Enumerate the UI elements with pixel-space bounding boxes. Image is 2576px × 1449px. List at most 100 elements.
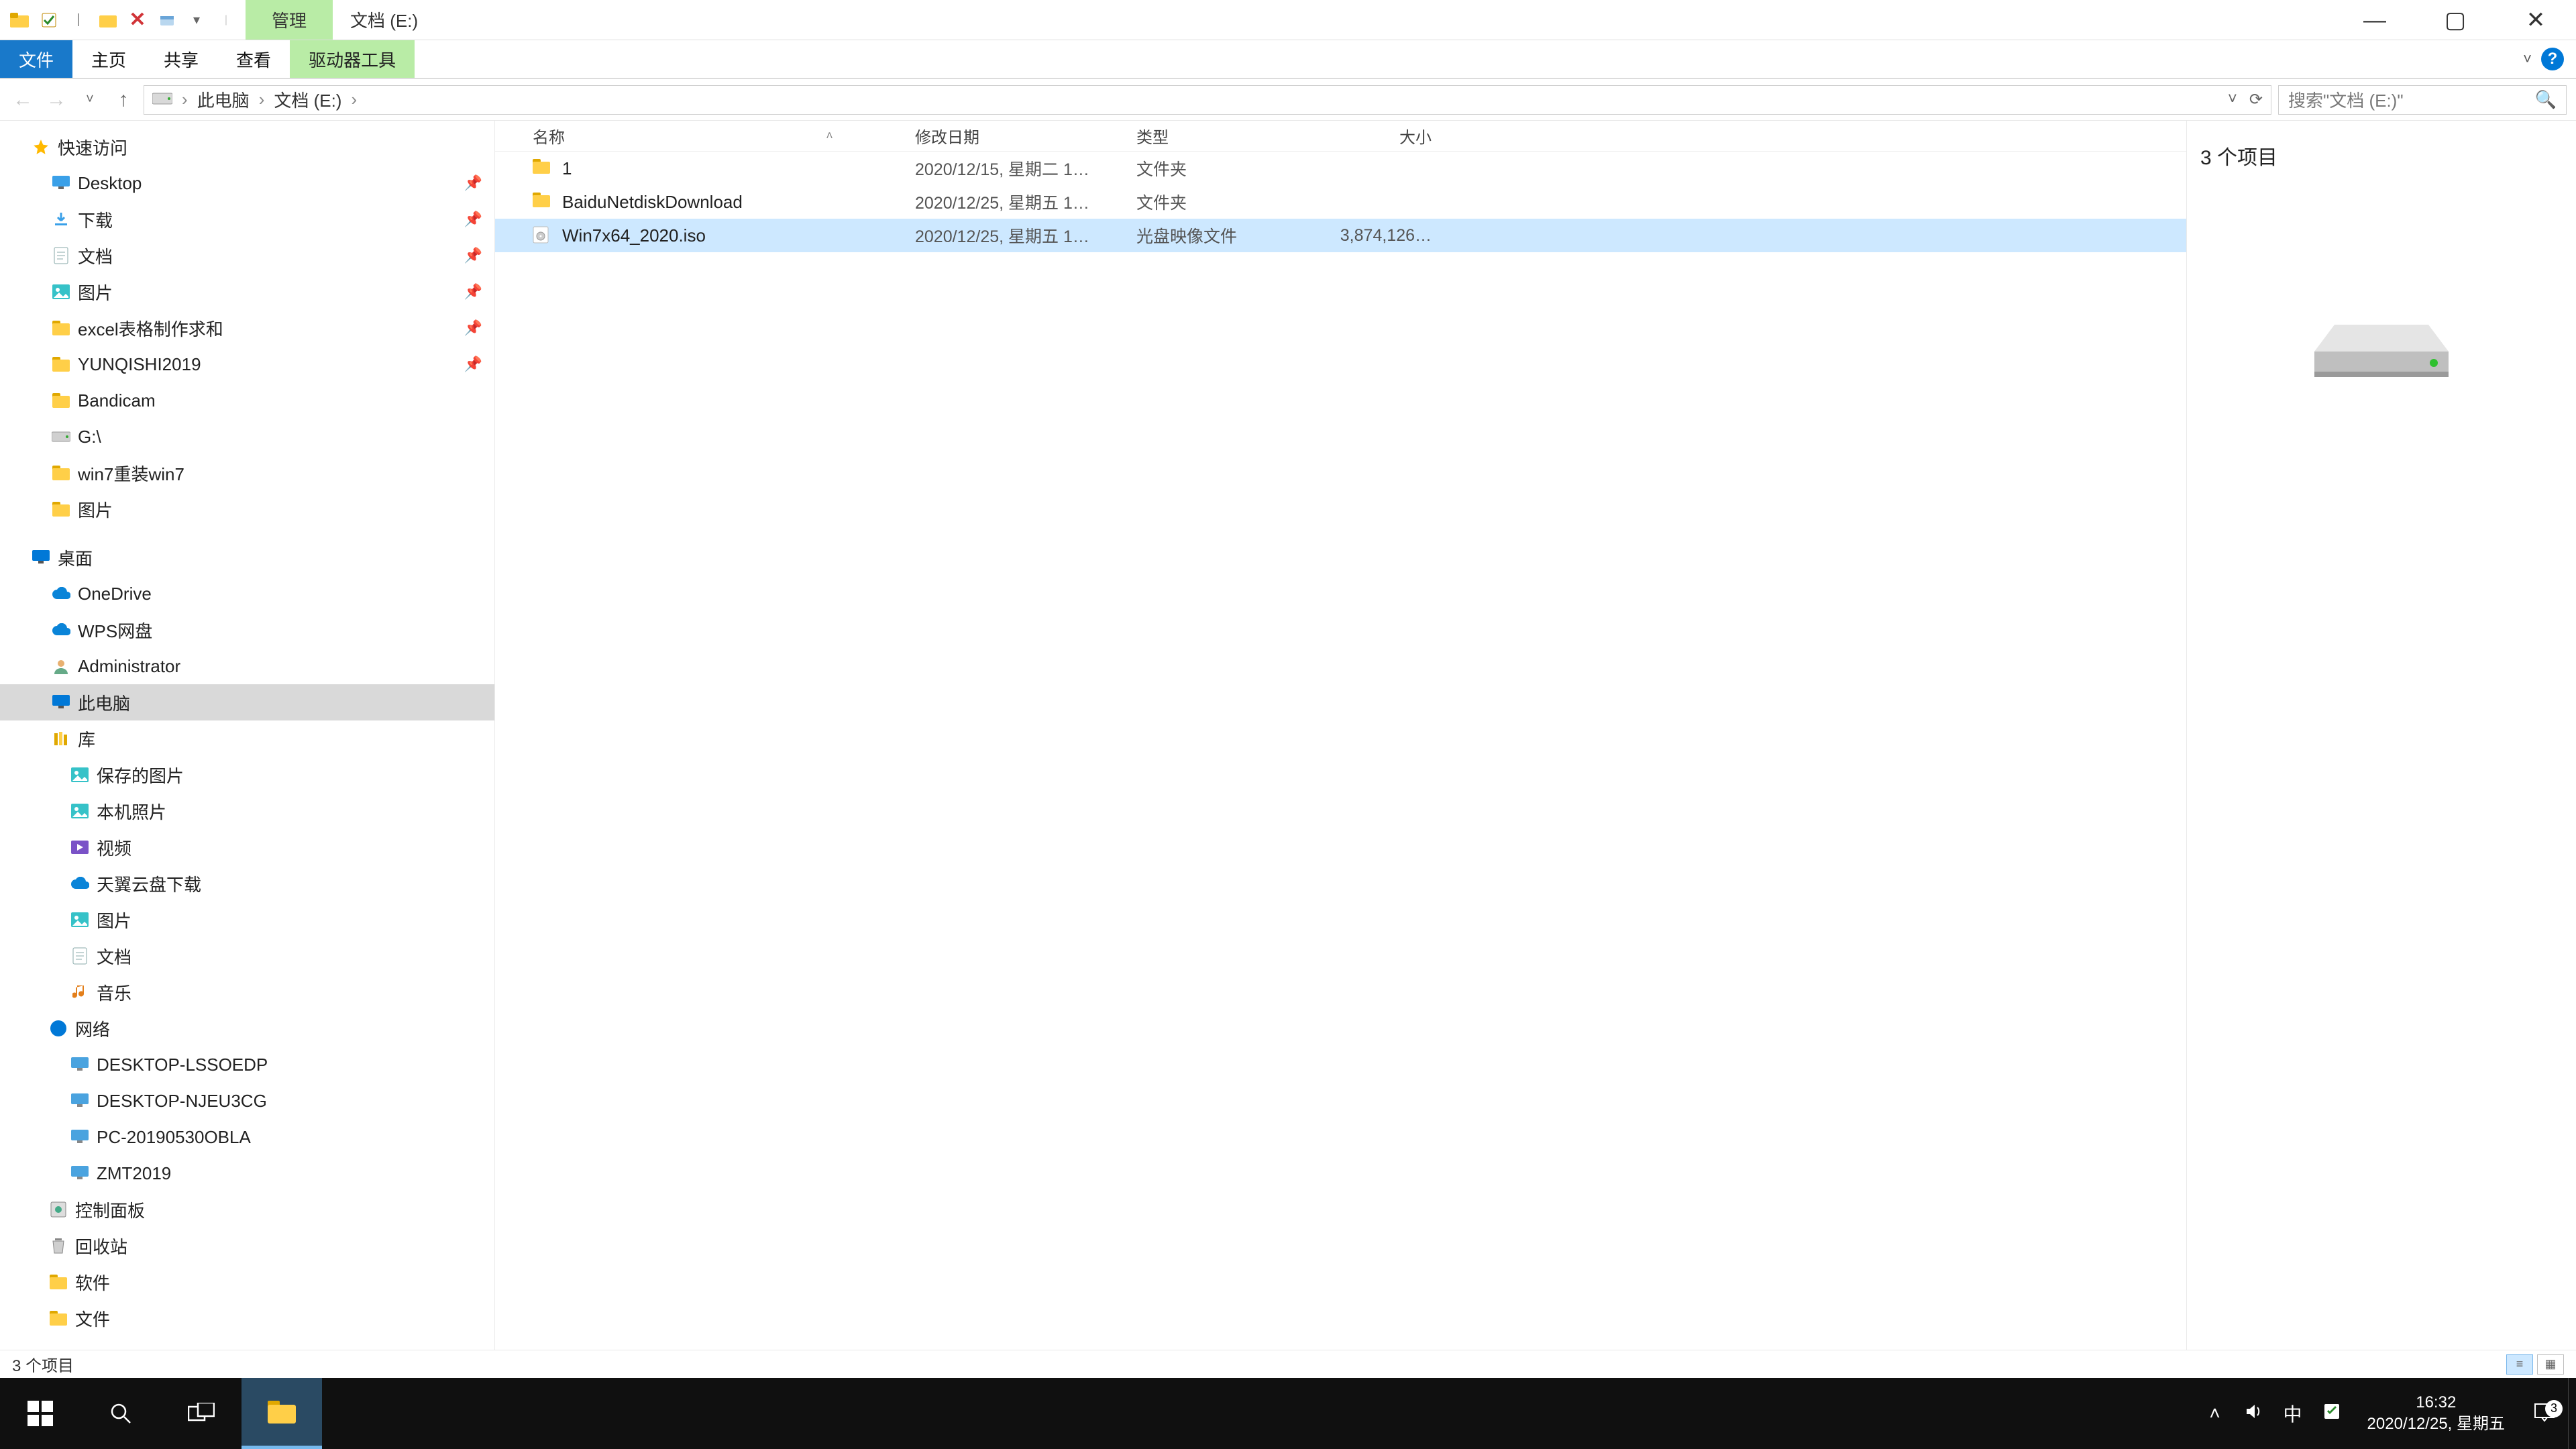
tree-item[interactable]: DESKTOP-NJEU3CG [0,1083,494,1119]
music-icon [70,982,90,1002]
column-headers[interactable]: 名称 ˄ 修改日期 类型 大小 [495,121,2186,152]
col-name[interactable]: 名称 ˄ [533,124,915,148]
qat-properties-icon[interactable] [38,9,60,32]
quick-access-toolbar: | ✕ ▾ | [0,0,246,40]
tree-item[interactable]: 回收站 [0,1228,494,1264]
tray-ime-icon[interactable]: 中 [2273,1400,2312,1427]
tree-label: 控制面板 [75,1197,145,1222]
tree-item[interactable]: WPS网盘 [0,612,494,648]
col-date[interactable]: 修改日期 [915,124,1136,148]
tree-label: 天翼云盘下载 [97,871,201,896]
file-row[interactable]: 1 2020/12/15, 星期二 1… 文件夹 [495,152,2186,185]
tree-label: OneDrive [78,584,152,604]
qat-delete-icon[interactable]: ✕ [126,9,149,32]
tree-item[interactable]: Desktop📌 [0,165,494,201]
qat-rename-icon[interactable] [156,9,178,32]
tree-item[interactable]: YUNQISHI2019📌 [0,346,494,382]
tree-item[interactable]: 图片 [0,902,494,938]
tree-item[interactable]: 天翼云盘下载 [0,865,494,902]
tree-item[interactable]: G:\ [0,419,494,455]
ribbon-tab-view[interactable]: 查看 [217,40,290,78]
addr-refresh-icon[interactable]: ⟳ [2249,90,2263,109]
tree-item[interactable]: 图片📌 [0,274,494,310]
notif-badge: 3 [2545,1400,2563,1417]
pc-icon [51,692,71,712]
close-button[interactable]: ✕ [2496,0,2576,40]
tree-item[interactable]: 文件 [0,1300,494,1336]
tree-item[interactable]: DESKTOP-LSSOEDP [0,1046,494,1083]
nav-up-icon[interactable]: ↑ [110,89,137,111]
tree-label: 此电脑 [78,690,130,715]
tree-label: 图片 [97,908,131,932]
tree-item[interactable]: 文档📌 [0,237,494,274]
crumb-drive-e[interactable]: 文档 (E:) [274,87,341,112]
search-box[interactable]: 搜索"文档 (E:)" 🔍 [2278,85,2567,115]
maximise-button[interactable]: ▢ [2415,0,2496,40]
tray-volume-icon[interactable] [2235,1402,2273,1426]
tree-item[interactable]: Bandicam [0,382,494,419]
file-row[interactable]: BaiduNetdiskDownload 2020/12/25, 星期五 1… … [495,185,2186,219]
tree-item[interactable]: 音乐 [0,974,494,1010]
taskbar-taskview-icon[interactable] [161,1378,241,1449]
tree-item[interactable]: ZMT2019 [0,1155,494,1191]
tree-item[interactable]: 保存的图片 [0,757,494,793]
view-large-icons-icon[interactable]: ▦ [2537,1354,2564,1375]
folder-icon [51,463,71,483]
help-icon[interactable]: ? [2541,48,2564,70]
ribbon-tab-drive-tools[interactable]: 驱动器工具 [290,40,415,78]
tree-item[interactable]: 下载📌 [0,201,494,237]
tree-item[interactable]: 文档 [0,938,494,974]
body: 快速访问 Desktop📌 下载📌 文档📌 图片📌 excel表格制作求和📌 Y… [0,121,2576,1350]
tree-item[interactable]: 控制面板 [0,1191,494,1228]
start-button[interactable] [0,1378,80,1449]
search-icon[interactable]: 🔍 [2535,89,2557,110]
view-details-icon[interactable]: ≡ [2506,1354,2533,1375]
nav-back-icon[interactable]: ← [9,89,36,111]
tree-item[interactable]: 此电脑 [0,684,494,720]
tree-label: ZMT2019 [97,1163,171,1184]
context-tab-manage[interactable]: 管理 [246,0,333,40]
tree-label: 图片 [78,497,113,522]
nav-tree[interactable]: 快速访问 Desktop📌 下载📌 文档📌 图片📌 excel表格制作求和📌 Y… [0,121,495,1350]
tree-item[interactable]: 视频 [0,829,494,865]
show-desktop-button[interactable] [2568,1378,2576,1449]
tree-item[interactable]: win7重装win7 [0,455,494,491]
ribbon-tab-home[interactable]: 主页 [72,40,145,78]
addr-dropdown-icon[interactable]: ˅ [2228,90,2237,109]
tree-item[interactable]: Administrator [0,648,494,684]
crumb-this-pc[interactable]: 此电脑 [197,87,250,112]
tray-overflow-icon[interactable]: ˄ [2196,1403,2235,1424]
address-bar[interactable]: › 此电脑 › 文档 (E:) › ˅ ⟳ [144,85,2271,115]
tree-item[interactable]: 图片 [0,491,494,527]
qat-customise-chevron-icon[interactable]: ▾ [185,9,208,32]
nav-forward-icon[interactable]: → [43,89,70,111]
minimise-button[interactable]: — [2334,0,2415,40]
user-icon [51,656,71,676]
tree-item[interactable]: 软件 [0,1264,494,1300]
ribbon: 文件 主页 共享 查看 驱动器工具 ˅ ? [0,40,2576,79]
tree-item[interactable]: OneDrive [0,576,494,612]
col-size[interactable]: 大小 [1318,124,1452,148]
ribbon-tab-file[interactable]: 文件 [0,40,72,78]
tree-quick-access[interactable]: 快速访问 [0,129,494,165]
nav-recent-icon[interactable]: ˅ [76,92,103,107]
taskbar-file-explorer[interactable] [241,1378,322,1449]
tree-network-root[interactable]: 网络 [0,1010,494,1046]
pin-icon: 📌 [464,247,482,264]
tree-item[interactable]: excel表格制作求和📌 [0,310,494,346]
tree-item[interactable]: 库 [0,720,494,757]
tray-security-icon[interactable] [2312,1403,2351,1425]
system-tray: ˄ 中 16:32 2020/12/25, 星期五 3 [2196,1378,2576,1449]
tree-label: 文件 [75,1306,110,1331]
ribbon-tab-share[interactable]: 共享 [145,40,217,78]
tree-item[interactable]: 本机照片 [0,793,494,829]
taskbar-clock[interactable]: 16:32 2020/12/25, 星期五 [2351,1392,2521,1436]
qat-new-folder-icon[interactable] [97,9,119,32]
col-type[interactable]: 类型 [1136,124,1318,148]
taskbar-search-icon[interactable] [80,1378,161,1449]
file-row[interactable]: Win7x64_2020.iso 2020/12/25, 星期五 1… 光盘映像… [495,219,2186,252]
tree-desktop-root[interactable]: 桌面 [0,539,494,576]
ribbon-expand-icon[interactable]: ˅ [2523,50,2532,68]
tree-item[interactable]: PC-20190530OBLA [0,1119,494,1155]
action-centre-icon[interactable]: 3 [2521,1401,2568,1427]
